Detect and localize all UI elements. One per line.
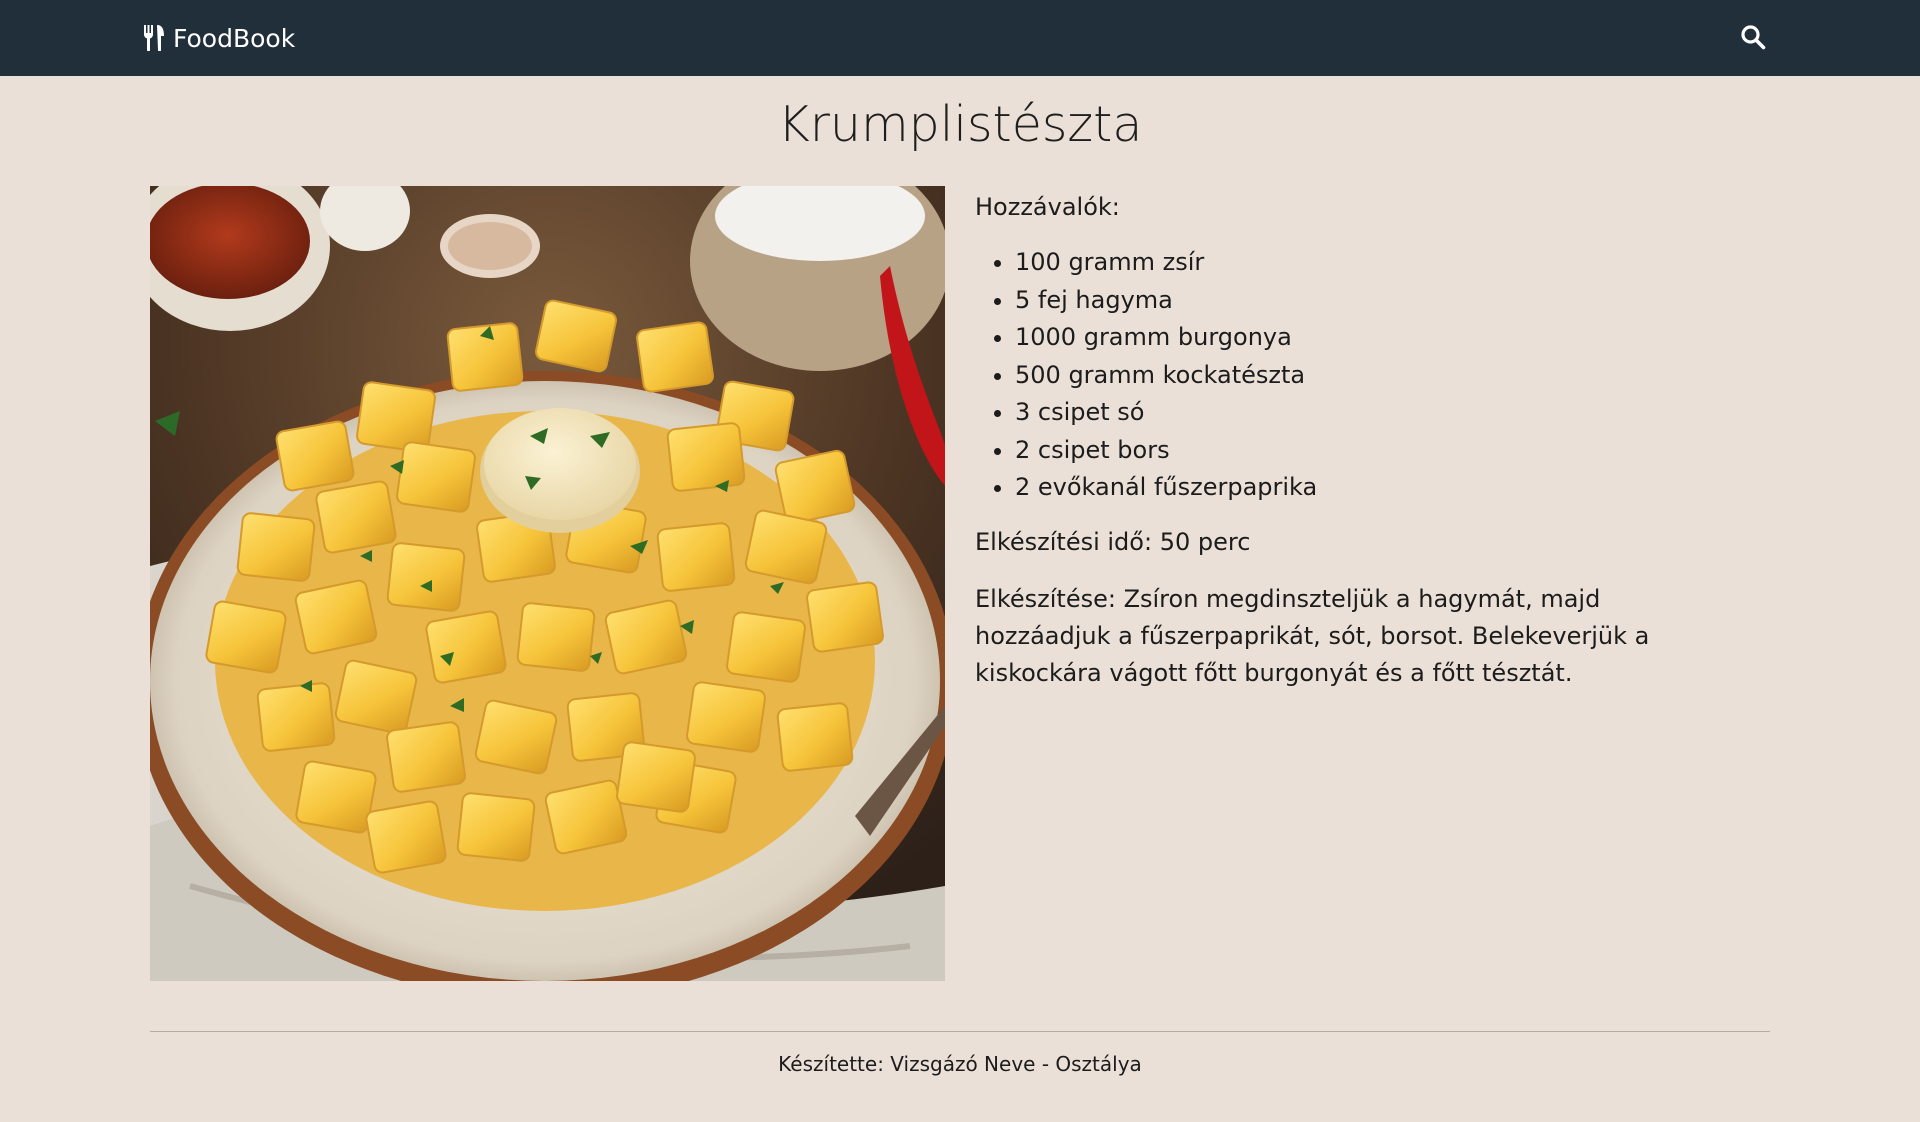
list-item: 100 gramm zsír [1015,244,1735,282]
recipe-photo [150,186,945,981]
method-text: Elkészítése: Zsíron megdinszteljük a hag… [975,584,1650,687]
list-item: 500 gramm kockatészta [1015,357,1735,395]
utensils-icon [143,25,165,51]
search-button[interactable] [1738,24,1768,54]
list-item: 3 csipet só [1015,394,1735,432]
ingredients-list: 100 gramm zsír 5 fej hagyma 1000 gramm b… [975,244,1735,507]
list-item: 2 evőkanál fűszerpaprika [1015,469,1735,507]
page-title: Krumplistészta [777,96,1143,153]
top-navbar: FoodBook [0,0,1920,76]
recipe-details: Hozzávalók: 100 gramm zsír 5 fej hagyma … [975,186,1735,692]
brand-link[interactable]: FoodBook [143,0,295,76]
brand-text: FoodBook [173,23,296,53]
search-icon [1740,24,1766,54]
footer-text: Készítette: Vizsgázó Neve - Osztálya [778,1052,1142,1076]
ingredients-heading: Hozzávalók: [975,193,1120,221]
list-item: 1000 gramm burgonya [1015,319,1735,357]
list-item: 2 csipet bors [1015,432,1735,470]
prep-time: Elkészítési idő: 50 perc [975,527,1251,556]
list-item: 5 fej hagyma [1015,282,1735,320]
footer-divider [150,1031,1770,1032]
